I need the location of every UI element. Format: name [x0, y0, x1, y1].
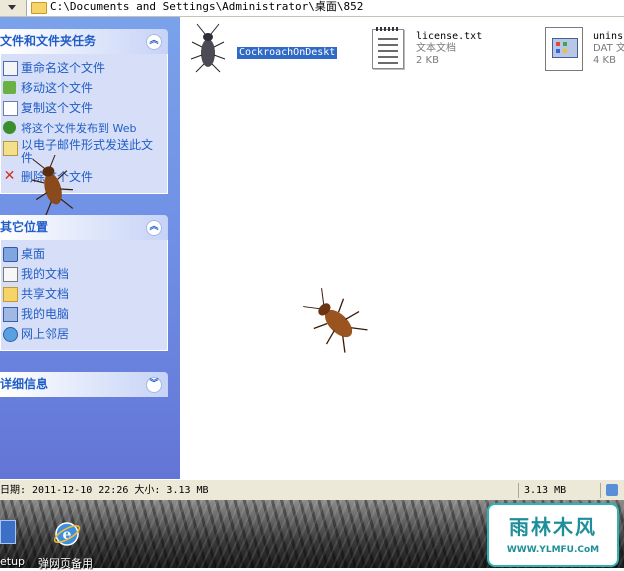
my-documents-icon	[3, 267, 18, 282]
text-file-icon	[372, 27, 404, 69]
other-places-body: 桌面 我的文档 共享文档 我的电脑 网上邻居	[0, 240, 168, 351]
file-item-cockroach[interactable]: CockroachOnDeskt	[188, 23, 368, 73]
shared-documents-icon	[3, 287, 18, 302]
watermark-logo: 雨林木风 WWW.YLMFU.CoM	[487, 503, 619, 567]
place-label: 共享文档	[21, 287, 70, 301]
details-panel: 详细信息 ︾	[0, 372, 168, 397]
status-info: 日期: 2011-12-10 22:26 大小: 3.13 MB	[0, 485, 209, 496]
expand-icon[interactable]: ︾	[146, 377, 162, 393]
details-title: 详细信息	[0, 377, 49, 391]
my-computer-icon	[3, 307, 18, 322]
file-size: 2 KB	[416, 55, 439, 66]
file-type: DAT 文	[593, 43, 624, 54]
collapse-icon[interactable]: ︽	[146, 34, 162, 50]
file-name[interactable]: license.txt	[416, 31, 482, 43]
web-publish-icon	[3, 121, 16, 134]
collapse-icon[interactable]: ︽	[146, 220, 162, 236]
place-label: 网上邻居	[21, 327, 70, 341]
place-desktop[interactable]: 桌面	[1, 244, 167, 264]
dat-file-icon	[545, 27, 583, 71]
cockroach-sprite	[31, 155, 74, 215]
place-label: 我的文档	[21, 267, 70, 281]
setup-icon[interactable]	[0, 520, 16, 544]
file-size: 4 KB	[593, 55, 616, 66]
status-size: 3.13 MB	[524, 485, 567, 496]
task-delete[interactable]: ✕ 删除这个文件	[1, 167, 167, 187]
task-publish-web[interactable]: 将这个文件发布到 Web	[1, 118, 167, 138]
other-places-title: 其它位置	[0, 220, 49, 234]
address-path[interactable]: C:\Documents and Settings\Administrator\…	[50, 0, 363, 16]
place-label: 桌面	[21, 247, 46, 261]
task-label: 将这个文件发布到 Web	[21, 122, 137, 135]
task-label: 移动这个文件	[21, 81, 94, 95]
status-separator	[600, 483, 601, 498]
folder-icon	[31, 2, 47, 14]
desktop-icon-label[interactable]: 弹网页备用	[38, 555, 93, 571]
task-pane: 文件和文件夹任务 ︽ 重命名这个文件 移动这个文件 复制这个文件 将这个文件发布…	[0, 17, 180, 479]
place-network[interactable]: 网上邻居	[1, 324, 167, 344]
copy-icon	[3, 101, 18, 116]
desktop-icon-label[interactable]: etup	[0, 555, 25, 568]
desktop-icon	[3, 247, 18, 262]
place-my-documents[interactable]: 我的文档	[1, 264, 167, 284]
cockroach-sprite	[303, 288, 368, 353]
network-places-icon	[3, 327, 18, 342]
other-places-header[interactable]: 其它位置 ︽	[0, 215, 168, 240]
move-icon	[3, 81, 16, 94]
file-item-unins[interactable]: unins DAT 文 4 KB	[545, 23, 624, 73]
task-label: 重命名这个文件	[21, 61, 106, 75]
chevron-down-icon	[8, 5, 16, 10]
logo-url: WWW.YLMFU.CoM	[506, 545, 600, 555]
ie-icon[interactable]: e	[52, 519, 82, 549]
status-bar: 日期: 2011-12-10 22:26 大小: 3.13 MB 3.13 MB	[0, 479, 624, 501]
address-dropdown[interactable]	[0, 0, 27, 16]
other-places-panel: 其它位置 ︽ 桌面 我的文档 共享文档 我的电脑 网上邻居	[0, 215, 168, 351]
file-name[interactable]: CockroachOnDeskt	[237, 47, 338, 59]
status-separator	[518, 483, 519, 498]
details-header[interactable]: 详细信息 ︾	[0, 372, 168, 397]
file-name[interactable]: unins	[593, 31, 623, 43]
place-my-computer[interactable]: 我的电脑	[1, 304, 167, 324]
file-tasks-header[interactable]: 文件和文件夹任务 ︽	[0, 29, 168, 54]
task-move[interactable]: 移动这个文件	[1, 78, 167, 98]
file-item-license[interactable]: license.txt 文本文档 2 KB	[370, 23, 510, 73]
cockroach-app-icon	[190, 23, 226, 73]
email-icon	[3, 141, 18, 156]
logo-text: 雨林木风	[509, 515, 597, 539]
computer-zone-icon	[606, 484, 618, 496]
file-tasks-title: 文件和文件夹任务	[0, 34, 97, 48]
address-bar[interactable]: C:\Documents and Settings\Administrator\…	[0, 0, 624, 17]
delete-icon: ✕	[3, 168, 16, 184]
file-tasks-body: 重命名这个文件 移动这个文件 复制这个文件 将这个文件发布到 Web 以电子邮件…	[0, 54, 168, 194]
task-email[interactable]: 以电子邮件形式发送此文件	[1, 138, 161, 167]
file-list-area[interactable]: CockroachOnDeskt license.txt 文本文档 2 KB u…	[180, 17, 624, 479]
file-tasks-panel: 文件和文件夹任务 ︽ 重命名这个文件 移动这个文件 复制这个文件 将这个文件发布…	[0, 29, 168, 194]
task-label: 复制这个文件	[21, 101, 94, 115]
place-label: 我的电脑	[21, 307, 70, 321]
file-type: 文本文档	[416, 43, 456, 54]
place-shared-documents[interactable]: 共享文档	[1, 284, 167, 304]
task-copy[interactable]: 复制这个文件	[1, 98, 167, 118]
rename-icon	[3, 61, 18, 76]
task-rename[interactable]: 重命名这个文件	[1, 58, 167, 78]
